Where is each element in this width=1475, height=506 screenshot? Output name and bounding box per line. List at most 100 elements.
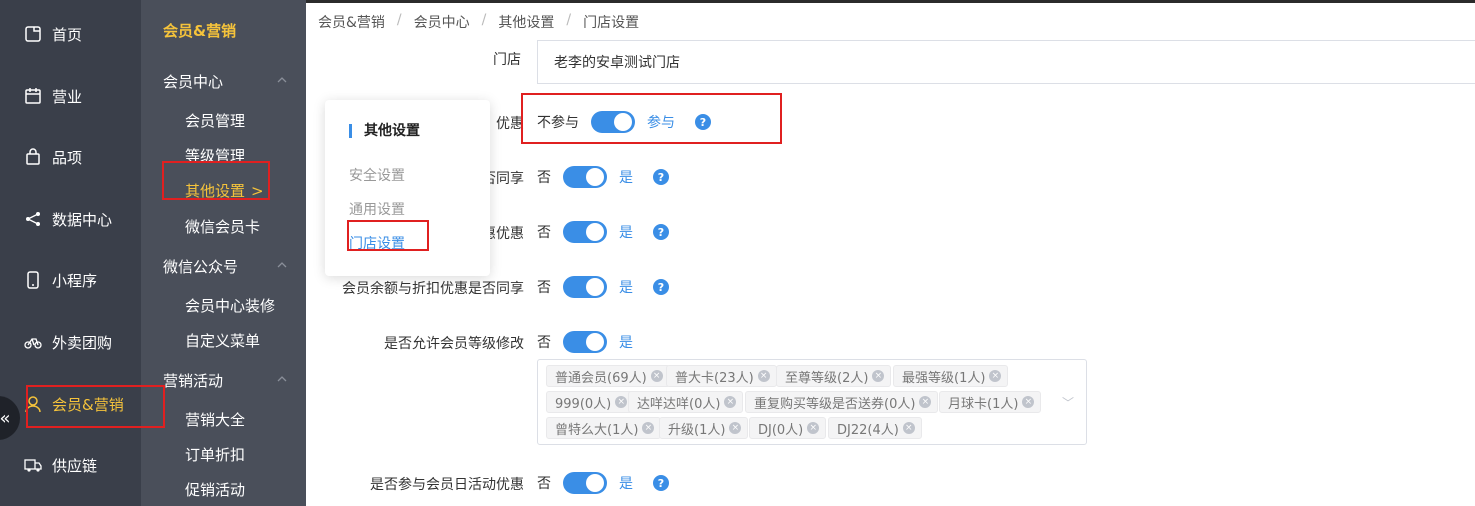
level-tag: DJ(0人) × [749,417,827,439]
group-member-center[interactable]: 会员中心 [163,71,223,92]
nav-item-data-center[interactable]: 数据中心 [0,199,141,239]
nav-item-business[interactable]: 营业 [0,76,141,116]
nav-item-label: 外卖团购 [52,333,113,352]
nav-item-supply-chain[interactable]: 供应链 [0,445,141,485]
highlight-box [347,220,429,251]
popup-item-security[interactable]: 安全设置 [349,165,405,185]
nav2-item-member-manage[interactable]: 会员管理 [185,110,245,131]
tag-close-icon[interactable]: × [902,422,915,434]
store-select[interactable]: 老李的安卓测试门店 [537,40,1475,84]
help-icon[interactable]: ? [653,475,669,491]
secondary-sidebar: 会员&营销 会员中心 会员管理 等级管理 其他设置 > 微信会员卡 微信公众号 会… [141,0,306,506]
chevron-up-icon [277,77,287,83]
setting-row: 否 是 ? [537,166,669,188]
level-tag: DJ22(4人) × [828,417,922,439]
tag-close-icon[interactable]: × [650,370,663,382]
popup-title: 其他设置 [349,124,420,138]
setting-row: 否 是 ? [537,472,669,494]
nav-item-label: 数据中心 [52,210,113,229]
nav-item-delivery[interactable]: 外卖团购 [0,322,141,362]
tag-close-icon[interactable]: × [1022,396,1035,408]
nav-item-label: 小程序 [52,271,98,290]
highlight-box [26,385,165,428]
level-tag: 曾特么大(1人) × [546,417,662,439]
phone-icon [24,271,42,289]
nav2-item-member-center-decor[interactable]: 会员中心装修 [185,295,275,316]
breadcrumb-item[interactable]: 其他设置 [498,12,554,32]
breadcrumb-item[interactable]: 会员中心 [414,12,470,32]
toggle-switch[interactable] [563,276,607,298]
nav-item-label: 品项 [52,148,83,167]
switch-on-label: 是 [619,225,633,241]
help-icon[interactable]: ? [653,169,669,185]
tag-close-icon[interactable]: × [615,396,628,408]
help-icon[interactable]: ? [653,224,669,240]
level-tag: 达咩达咩(0人) × [628,391,744,413]
nav2-item-wechat-card[interactable]: 微信会员卡 [185,216,260,237]
share-icon [24,210,42,228]
nav2-item-promotion[interactable]: 促销活动 [185,479,245,500]
breadcrumb-item[interactable]: 会员&营销 [318,12,385,32]
tag-close-icon[interactable]: × [807,422,820,434]
store-label: 门店 [493,52,521,68]
bag-icon [24,148,42,166]
switch-off-label: 否 [537,225,551,241]
chevron-up-icon [277,376,287,382]
tag-close-icon[interactable]: × [729,422,742,434]
level-tag: 普大卡(23人) × [666,365,777,387]
breadcrumb-separator: / [566,12,572,28]
nav-item-miniprogram[interactable]: 小程序 [0,260,141,300]
highlight-box [521,93,782,144]
nav2-item-order-discount[interactable]: 订单折扣 [185,444,245,465]
level-tag: 最强等级(1人) × [893,365,1009,387]
switch-off-label: 否 [537,476,551,492]
tag-close-icon[interactable]: × [642,422,655,434]
nav-item-home[interactable]: 首页 [0,14,141,54]
setting-row: 否 是 ? [537,276,669,298]
popup-item-general[interactable]: 通用设置 [349,199,405,219]
level-tag: 普通会员(69人) × [546,365,670,387]
member-level-multiselect[interactable]: 普通会员(69人) × 普大卡(23人) × 至尊等级(2人) × 最强等级(1人) ×… [537,359,1087,445]
setting-row: 否 是 [537,331,633,353]
nav-item-products[interactable]: 品项 [0,137,141,177]
level-tag: 重复购买等级是否送券(0人) × [745,391,939,413]
level-tag: 至尊等级(2人) × [776,365,892,387]
primary-sidebar: 首页 营业 品项 数据中心 小程序 外卖团购 会员&营销 供应链 « [0,0,141,506]
tag-close-icon[interactable]: × [989,370,1002,382]
breadcrumb-separator: / [481,12,487,28]
level-tag: 999(0人) × [546,391,635,413]
group-wechat-official[interactable]: 微信公众号 [163,256,238,277]
toggle-switch[interactable] [563,166,607,188]
tag-close-icon[interactable]: × [919,396,932,408]
bike-icon [24,333,42,351]
nav2-item-custom-menu[interactable]: 自定义菜单 [185,330,260,351]
switch-on-label: 是 [619,170,633,186]
tag-close-icon[interactable]: × [724,396,737,408]
breadcrumb-item-current: 门店设置 [583,15,640,31]
help-icon[interactable]: ? [653,279,669,295]
toggle-switch[interactable] [563,331,607,353]
chevron-down-icon[interactable]: ﹀ [1062,394,1074,411]
chevron-up-icon [277,262,287,268]
switch-off-label: 否 [537,335,551,351]
toggle-switch[interactable] [563,472,607,494]
switch-on-label: 是 [619,280,633,296]
calendar-icon [24,87,42,105]
breadcrumb-separator: / [396,12,402,28]
truck-icon [24,456,42,474]
breadcrumb: 会员&营销 / 会员中心 / 其他设置 / 门店设置 [318,12,639,32]
top-border [306,0,1475,3]
tag-close-icon[interactable]: × [872,370,885,382]
switch-on-label: 是 [619,335,633,351]
nav2-item-marketing-all[interactable]: 营销大全 [185,409,245,430]
row-label: 是否允许会员等级修改 [384,336,524,352]
tag-close-icon[interactable]: × [757,370,770,382]
secondary-nav-title: 会员&营销 [163,22,237,40]
group-marketing[interactable]: 营销活动 [163,370,223,391]
nav-item-label: 首页 [52,25,83,44]
setting-row: 否 是 ? [537,221,669,243]
row-label: 是否参与会员日活动优惠 [370,477,524,493]
switch-on-label: 是 [619,476,633,492]
switch-off-label: 否 [537,280,551,296]
toggle-switch[interactable] [563,221,607,243]
